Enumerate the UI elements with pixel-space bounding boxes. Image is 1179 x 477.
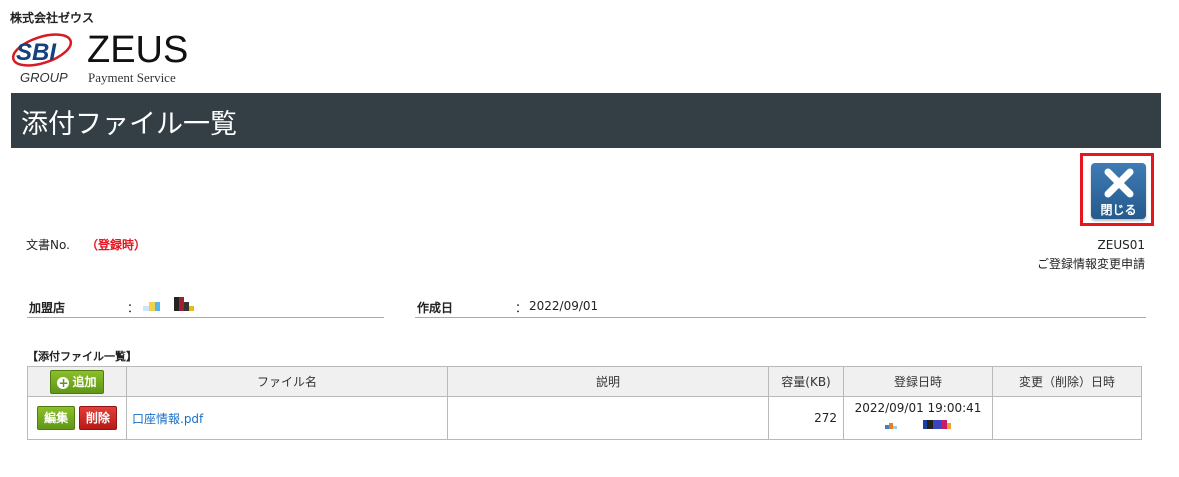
table-header-row: + 追加 ファイル名 説明 容量(KB) 登録日時 変更（削除）日時 <box>27 366 1142 397</box>
registered-user-redacted <box>844 418 992 429</box>
document-code: ZEUS01 <box>1097 238 1145 252</box>
row-actions: 編集 削除 <box>27 396 127 440</box>
attachments-table: + 追加 ファイル名 説明 容量(KB) 登録日時 変更（削除）日時 編集 削除 … <box>27 366 1142 440</box>
form-name: ご登録情報変更申請 <box>1036 257 1145 271</box>
file-name-cell: 口座情報.pdf <box>126 396 448 440</box>
close-button-label: 閉じる <box>1100 203 1137 217</box>
registered-datetime: 2022/09/01 19:00:41 <box>854 401 982 415</box>
add-button[interactable]: + 追加 <box>50 369 104 394</box>
plus-icon: + <box>57 375 70 390</box>
company-name: 株式会社ゼウス <box>10 11 95 25</box>
edit-button[interactable]: 編集 <box>37 406 76 430</box>
column-header-file-name[interactable]: ファイル名 <box>126 366 448 397</box>
merchant-name-redacted <box>143 297 194 314</box>
svg-text:SBI: SBI <box>16 39 57 66</box>
document-info: ZEUS01 ご登録情報変更申請 <box>1037 236 1145 274</box>
table-row: 編集 削除 口座情報.pdf 272 2022/09/01 19:00:41 <box>27 396 1142 440</box>
add-column-header: + 追加 <box>27 366 127 397</box>
close-x-icon <box>1104 168 1134 198</box>
file-link[interactable]: 口座情報.pdf <box>132 412 203 426</box>
sbi-zeus-logo: SBI ZEUS GROUP Payment Service <box>10 29 190 90</box>
delete-button[interactable]: 削除 <box>78 406 117 430</box>
svg-text:ZEUS: ZEUS <box>87 30 188 71</box>
close-button-highlight: 閉じる <box>1080 153 1154 226</box>
add-button-label: 追加 <box>72 374 97 389</box>
merchant-colon: ： <box>127 301 140 315</box>
page-title-bar: 添付ファイル一覧 <box>11 93 1161 148</box>
size-cell: 272 <box>768 396 844 440</box>
description-cell <box>447 396 769 440</box>
created-date-field: 作成日 ： 2022/09/01 <box>415 297 1146 318</box>
created-date-colon: ： <box>515 301 528 315</box>
page-title: 添付ファイル一覧 <box>21 109 237 140</box>
column-header-registered[interactable]: 登録日時 <box>843 366 993 397</box>
created-date-value: 2022/09/01 <box>529 299 599 313</box>
document-number-label: 文書No. <box>26 238 70 252</box>
column-header-description[interactable]: 説明 <box>447 366 769 397</box>
merchant-label: 加盟店 <box>29 301 66 315</box>
document-number-value: （登録時） <box>85 238 146 252</box>
attachments-section-title: 【添付ファイル一覧】 <box>27 350 137 363</box>
merchant-field: 加盟店 ： <box>27 297 384 318</box>
modified-cell <box>992 396 1142 440</box>
close-button[interactable]: 閉じる <box>1091 163 1146 219</box>
svg-text:Payment Service: Payment Service <box>88 70 176 85</box>
svg-text:GROUP: GROUP <box>20 70 68 85</box>
registered-cell: 2022/09/01 19:00:41 <box>843 396 993 440</box>
document-number: 文書No. （登録時） <box>26 236 146 253</box>
column-header-size[interactable]: 容量(KB) <box>768 366 844 397</box>
logo-graphic: SBI ZEUS GROUP Payment Service <box>11 29 188 85</box>
column-header-modified[interactable]: 変更（削除）日時 <box>992 366 1142 397</box>
created-date-label: 作成日 <box>417 301 454 315</box>
